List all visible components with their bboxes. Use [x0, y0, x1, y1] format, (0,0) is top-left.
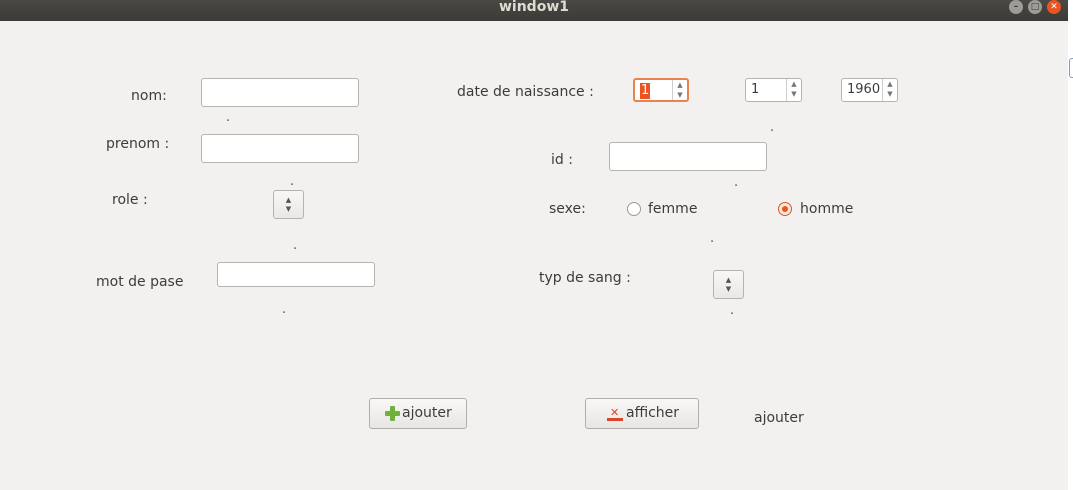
prenom-label: prenom : [106, 136, 170, 152]
chevron-up-icon: ▲ [887, 80, 893, 88]
prenom-input[interactable] [201, 134, 359, 163]
id-input[interactable] [609, 142, 767, 171]
chevron-down-icon: ▼ [677, 91, 683, 99]
afficher-button[interactable]: ✕ afficher [585, 398, 699, 429]
chevron-up-icon: ▲ [791, 80, 797, 88]
spin-arrows[interactable]: ▲ ▼ [786, 79, 801, 101]
chevron-down-icon: ▼ [285, 205, 292, 213]
type-sang-combo[interactable]: ▲ ▼ [713, 270, 744, 299]
homme-label[interactable]: homme [800, 201, 853, 217]
month-value: 1 [751, 82, 760, 97]
nom-input[interactable] [201, 78, 359, 107]
title-bar: window1 – □ ✕ [0, 0, 1068, 21]
separator-dot: . [710, 231, 715, 246]
chevron-down-icon: ▼ [791, 90, 797, 98]
download-icon: ✕ [607, 407, 623, 422]
spin-arrows[interactable]: ▲ ▼ [882, 79, 897, 101]
separator-dot: . [290, 174, 295, 189]
close-icon[interactable]: ✕ [1047, 0, 1061, 14]
id-label: id : [551, 152, 573, 168]
role-label: role : [112, 192, 148, 208]
mot-de-passe-label: mot de pase [96, 274, 184, 290]
year-spinner[interactable]: 1960 ▲ ▼ [841, 78, 898, 102]
day-value: 1 [640, 83, 651, 99]
role-combo[interactable]: ▲ ▼ [273, 190, 304, 219]
window-title: window1 [498, 0, 569, 15]
type-sang-label: typ de sang : [539, 270, 631, 286]
window-client-area: nom: . prenom : . role : ▲ ▼ . mot de pa… [0, 21, 1068, 490]
afficher-button-label: afficher [626, 405, 680, 421]
year-value: 1960 [847, 82, 881, 97]
mot-de-passe-input[interactable] [217, 262, 375, 287]
spin-arrows[interactable]: ▲ ▼ [672, 80, 687, 100]
separator-dot: . [734, 175, 739, 190]
chevron-down-icon: ▼ [725, 285, 732, 293]
sexe-label: sexe: [549, 201, 586, 217]
plus-icon [385, 406, 400, 421]
separator-dot: . [293, 238, 298, 253]
separator-dot: . [770, 120, 775, 135]
maximize-icon[interactable]: □ [1028, 0, 1042, 14]
ajouter-button[interactable]: ajouter [369, 398, 467, 429]
separator-dot: . [282, 302, 287, 317]
homme-radio[interactable] [778, 202, 792, 216]
chevron-up-icon: ▲ [677, 81, 683, 89]
nom-label: nom: [131, 88, 167, 104]
month-spinner[interactable]: 1 ▲ ▼ [745, 78, 802, 102]
minimize-icon[interactable]: – [1009, 0, 1023, 14]
day-spinner[interactable]: 1 ▲ ▼ [633, 78, 689, 102]
femme-label[interactable]: femme [648, 201, 697, 217]
femme-radio[interactable] [627, 202, 641, 216]
status-label: ajouter [754, 410, 804, 426]
chevron-down-icon: ▼ [887, 90, 893, 98]
date-naissance-label: date de naissance : [457, 84, 594, 100]
chevron-up-icon: ▲ [285, 196, 292, 204]
background-window-edge [1069, 58, 1073, 78]
ajouter-button-label: ajouter [402, 405, 452, 421]
separator-dot: . [730, 303, 735, 318]
separator-dot: . [226, 110, 231, 125]
chevron-up-icon: ▲ [725, 276, 732, 284]
